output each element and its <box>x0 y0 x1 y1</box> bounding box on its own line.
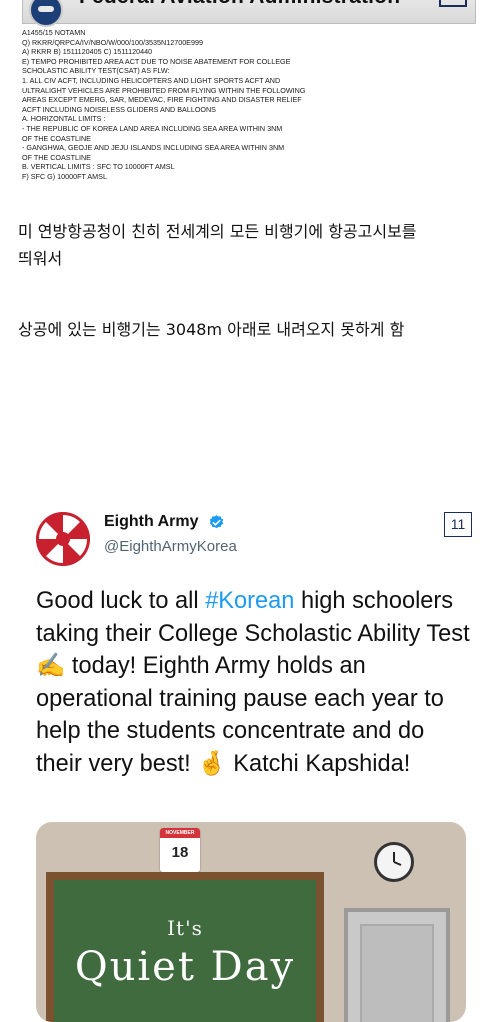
chalk-text-line2: Quiet Day <box>74 944 296 990</box>
faa-page-number: 10 <box>439 0 467 7</box>
notam-line: OF THE COASTLINE <box>22 152 91 162</box>
calendar-month: NOVEMBER <box>160 828 200 838</box>
tweet-page-number: 11 <box>444 512 472 537</box>
notam-line: B. VERTICAL LIMITS : SFC TO 10000FT AMSL <box>22 162 175 172</box>
notam-line: E) TEMPO PROHIBITED AREA ACT DUE TO NOIS… <box>22 56 291 66</box>
faa-title: Federal Aviation Administration <box>79 0 400 9</box>
notam-line: 1. ALL CIV ACFT, INCLUDING HELICOPTERS A… <box>22 75 281 85</box>
faa-seal-icon <box>29 0 63 27</box>
eighth-army-logo-icon[interactable] <box>36 512 90 566</box>
tweet-text-before: Good luck to all <box>36 588 206 614</box>
verified-badge-icon <box>209 515 224 529</box>
hashtag-link[interactable]: #Korean <box>205 588 294 614</box>
clock-icon <box>374 842 414 882</box>
notam-line: A. HORIZONTAL LIMITS : <box>22 114 106 124</box>
tweet-handle[interactable]: @EighthArmyKorea <box>104 538 237 555</box>
korean-caption-line1: 미 연방항공청이 친히 전세계의 모든 비행기에 항공고시보를 <box>18 222 417 241</box>
notam-line: ULTRALIGHT VEHICLES ARE PROHIBITED FROM … <box>22 85 306 95</box>
notam-line: A) RKRR B) 1511120405 C) 1511120440 <box>22 47 153 57</box>
door-panel <box>360 924 434 1022</box>
notam-line: SCHOLASTIC ABILITY TEST(CSAT) AS FLW: <box>22 66 170 76</box>
notam-line: - THE REPUBLIC OF KOREA LAND AREA INCLUD… <box>22 123 283 133</box>
tweet-text-after: high schoolers taking their College Scho… <box>36 588 470 777</box>
chalk-text-line1: It's <box>167 916 203 940</box>
notam-line: Q) RKRR/QRPCA/IV/NBO/W/000/100/3535N1270… <box>22 37 203 47</box>
notam-line: F) SFC G) 10000FT AMSL <box>22 171 107 181</box>
chalkboard-surface: It's Quiet Day <box>54 880 316 1022</box>
notam-line: A1455/15 NOTAMN <box>22 28 86 37</box>
tweet-media-image[interactable]: NOVEMBER 18 It's Quiet Day <box>36 822 466 1022</box>
calendar-day: 18 <box>171 844 189 861</box>
notam-line: ACFT INCLUDING NOISELESS GLIDERS AND BAL… <box>22 104 216 114</box>
calendar-icon: NOVEMBER 18 <box>160 828 200 872</box>
korean-caption-line3: 상공에 있는 비행기는 3048m 아래로 내려오지 못하게 함 <box>18 320 405 339</box>
notam-line: AREAS EXCEPT EMERG, SAR, MEDEVAC, FIRE F… <box>22 95 302 105</box>
classroom-door <box>344 908 450 1022</box>
tweet-display-name[interactable]: Eighth Army <box>104 513 199 531</box>
notam-text: A1455/15 NOTAMN Q) RKRR/QRPCA/IV/NBO/W/00… <box>22 28 472 182</box>
notam-line: OF THE COASTLINE <box>22 133 91 143</box>
korean-caption-line2: 띄워서 <box>18 249 63 268</box>
notam-line: - GANGHWA, GEOJE AND JEJU ISLANDS INCLUD… <box>22 143 285 153</box>
faa-header: Federal Aviation Administration 10 <box>22 0 476 27</box>
tweet-body: Good luck to all #Korean high schoolers … <box>36 585 476 780</box>
